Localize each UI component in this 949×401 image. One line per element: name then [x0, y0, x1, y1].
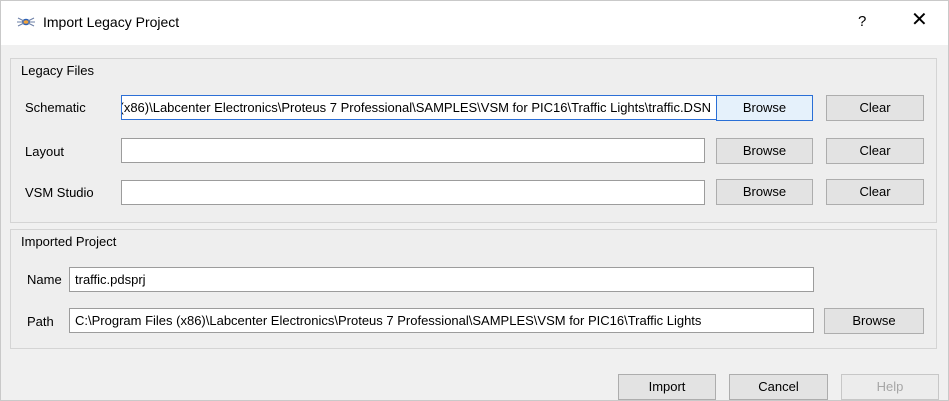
- window-title: Import Legacy Project: [43, 14, 180, 30]
- vsm-studio-browse-button[interactable]: Browse: [716, 179, 813, 205]
- legacy-files-title: Legacy Files: [21, 63, 94, 78]
- imported-project-title: Imported Project: [21, 234, 117, 249]
- import-button[interactable]: Import: [618, 374, 716, 400]
- name-field[interactable]: traffic.pdsprj: [69, 267, 814, 292]
- imported-project-group: Imported Project Name traffic.pdsprj Pat…: [10, 229, 937, 349]
- close-button[interactable]: ✕: [911, 10, 928, 30]
- title-bar: Import Legacy Project ? ✕: [1, 1, 948, 45]
- schematic-field[interactable]: C:\Program Files (x86)\Labcenter Electro…: [121, 95, 717, 120]
- vsm-studio-clear-button[interactable]: Clear: [826, 179, 924, 205]
- help-footer-button: Help: [841, 374, 939, 400]
- layout-field[interactable]: [121, 138, 705, 163]
- schematic-label: Schematic: [25, 100, 86, 115]
- import-legacy-project-dialog: Import Legacy Project ? ✕ Legacy Files S…: [0, 0, 949, 401]
- name-label: Name: [27, 272, 62, 287]
- path-browse-button[interactable]: Browse: [824, 308, 924, 334]
- layout-browse-button[interactable]: Browse: [716, 138, 813, 164]
- schematic-browse-button[interactable]: Browse: [716, 95, 813, 121]
- vsm-studio-label: VSM Studio: [25, 185, 94, 200]
- app-icon: [17, 17, 35, 27]
- cancel-button[interactable]: Cancel: [729, 374, 828, 400]
- layout-clear-button[interactable]: Clear: [826, 138, 924, 164]
- schematic-clear-button[interactable]: Clear: [826, 95, 924, 121]
- path-field[interactable]: C:\Program Files (x86)\Labcenter Electro…: [69, 308, 814, 333]
- legacy-files-group: Legacy Files Schematic C:\Program Files …: [10, 58, 937, 223]
- layout-label: Layout: [25, 144, 65, 159]
- help-button[interactable]: ?: [858, 13, 866, 30]
- vsm-studio-field[interactable]: [121, 180, 705, 205]
- path-label: Path: [27, 314, 54, 329]
